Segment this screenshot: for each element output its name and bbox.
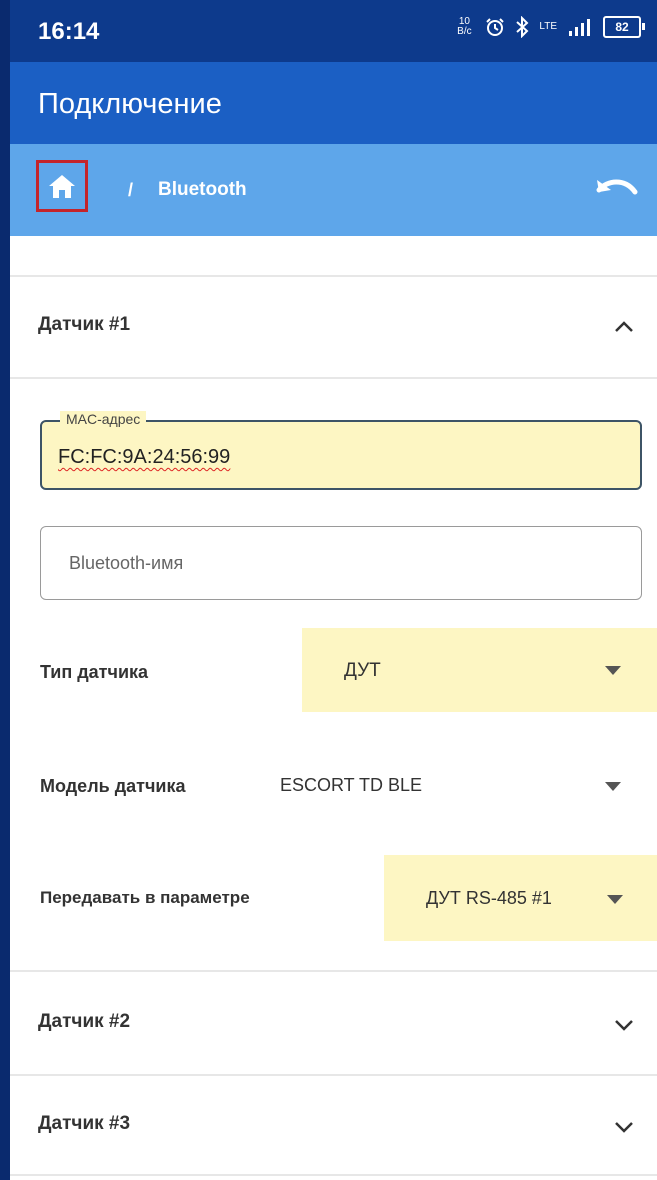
breadcrumb: / Bluetooth xyxy=(10,144,657,236)
app-bar: Подключение xyxy=(10,62,657,144)
sensor-3-header[interactable]: Датчик #3 xyxy=(10,1076,657,1174)
breadcrumb-current: Bluetooth xyxy=(158,179,247,200)
chevron-down-icon[interactable] xyxy=(613,1120,635,1134)
app-screen: 16:14 10 B/c LTE 82 Подключение / Blueto… xyxy=(10,0,657,1180)
sensor-model-value: ESCORT TD BLE xyxy=(280,775,423,795)
chevron-down-icon xyxy=(605,666,621,675)
status-icons: 10 B/c LTE 82 xyxy=(453,16,645,38)
sensor-1-header[interactable]: Датчик #1 xyxy=(10,277,657,373)
network-type: LTE xyxy=(539,21,557,32)
sensor-type-label: Тип датчика xyxy=(40,662,149,682)
alarm-icon xyxy=(486,18,505,36)
sensor-type-value: ДУТ xyxy=(344,660,381,681)
transmit-param-select[interactable]: ДУТ RS-485 #1 xyxy=(384,855,657,941)
sensor-1-title: Датчик #1 xyxy=(38,314,131,335)
status-bar: 16:14 10 B/c LTE 82 xyxy=(10,0,657,62)
network-speed: 10 B/c xyxy=(457,16,472,37)
chevron-up-icon[interactable] xyxy=(613,319,635,333)
undo-icon[interactable] xyxy=(595,174,639,204)
battery-icon: 82 xyxy=(603,16,645,38)
page-title: Подключение xyxy=(38,88,222,120)
home-icon xyxy=(49,175,75,198)
bluetooth-icon xyxy=(516,16,529,38)
home-button[interactable] xyxy=(36,160,88,212)
divider xyxy=(10,1174,657,1176)
divider xyxy=(10,377,657,379)
signal-icon xyxy=(569,19,590,36)
breadcrumb-separator: / xyxy=(128,180,134,200)
sensor-3-title: Датчик #3 xyxy=(38,1113,131,1134)
chevron-down-icon xyxy=(605,782,621,791)
mac-address-value[interactable]: FC:FC:9A:24:56:99 xyxy=(58,446,230,469)
status-time: 16:14 xyxy=(38,18,100,45)
mac-address-field[interactable]: MAC-адрес FC:FC:9A:24:56:99 xyxy=(40,411,642,490)
battery-level: 82 xyxy=(615,20,629,34)
bluetooth-name-field[interactable]: Bluetooth-имя xyxy=(40,526,642,600)
chevron-down-icon[interactable] xyxy=(613,1018,635,1032)
sensor-model-select[interactable]: ESCORT TD BLE xyxy=(268,742,657,826)
sensor-2-header[interactable]: Датчик #2 xyxy=(10,972,657,1074)
sensor-type-select[interactable]: ДУТ xyxy=(302,628,657,712)
mac-address-label: MAC-адрес xyxy=(60,411,147,427)
sensor-2-title: Датчик #2 xyxy=(38,1011,131,1032)
transmit-param-value: ДУТ RS-485 #1 xyxy=(426,888,552,908)
bluetooth-name-placeholder: Bluetooth-имя xyxy=(69,553,184,573)
chevron-down-icon xyxy=(607,895,623,904)
sensor-model-label: Модель датчика xyxy=(40,776,186,796)
transmit-param-label: Передавать в параметре xyxy=(40,888,250,907)
